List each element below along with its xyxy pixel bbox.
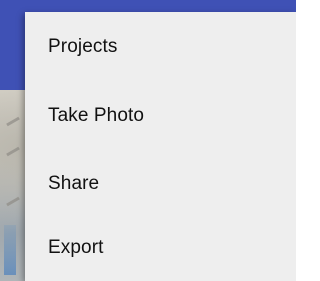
menu-item-export[interactable]: Export [25,216,296,280]
menu-item-projects[interactable]: Projects [25,15,296,79]
map-water-feature [4,225,16,275]
menu-item-label: Export [48,237,104,258]
menu-item-share[interactable]: Share [25,152,296,216]
menu-item-take-photo[interactable]: Take Photo [25,84,296,148]
menu-item-label: Projects [48,36,118,57]
map-terrain-mark [6,196,20,207]
overflow-menu: Projects Take Photo Share Export [25,12,296,281]
menu-item-label: Share [48,173,100,194]
map-terrain-mark [6,146,20,157]
menu-item-label: Take Photo [48,105,145,126]
map-terrain-mark [6,116,20,127]
app-screen: Projects Take Photo Share Export [0,0,296,281]
